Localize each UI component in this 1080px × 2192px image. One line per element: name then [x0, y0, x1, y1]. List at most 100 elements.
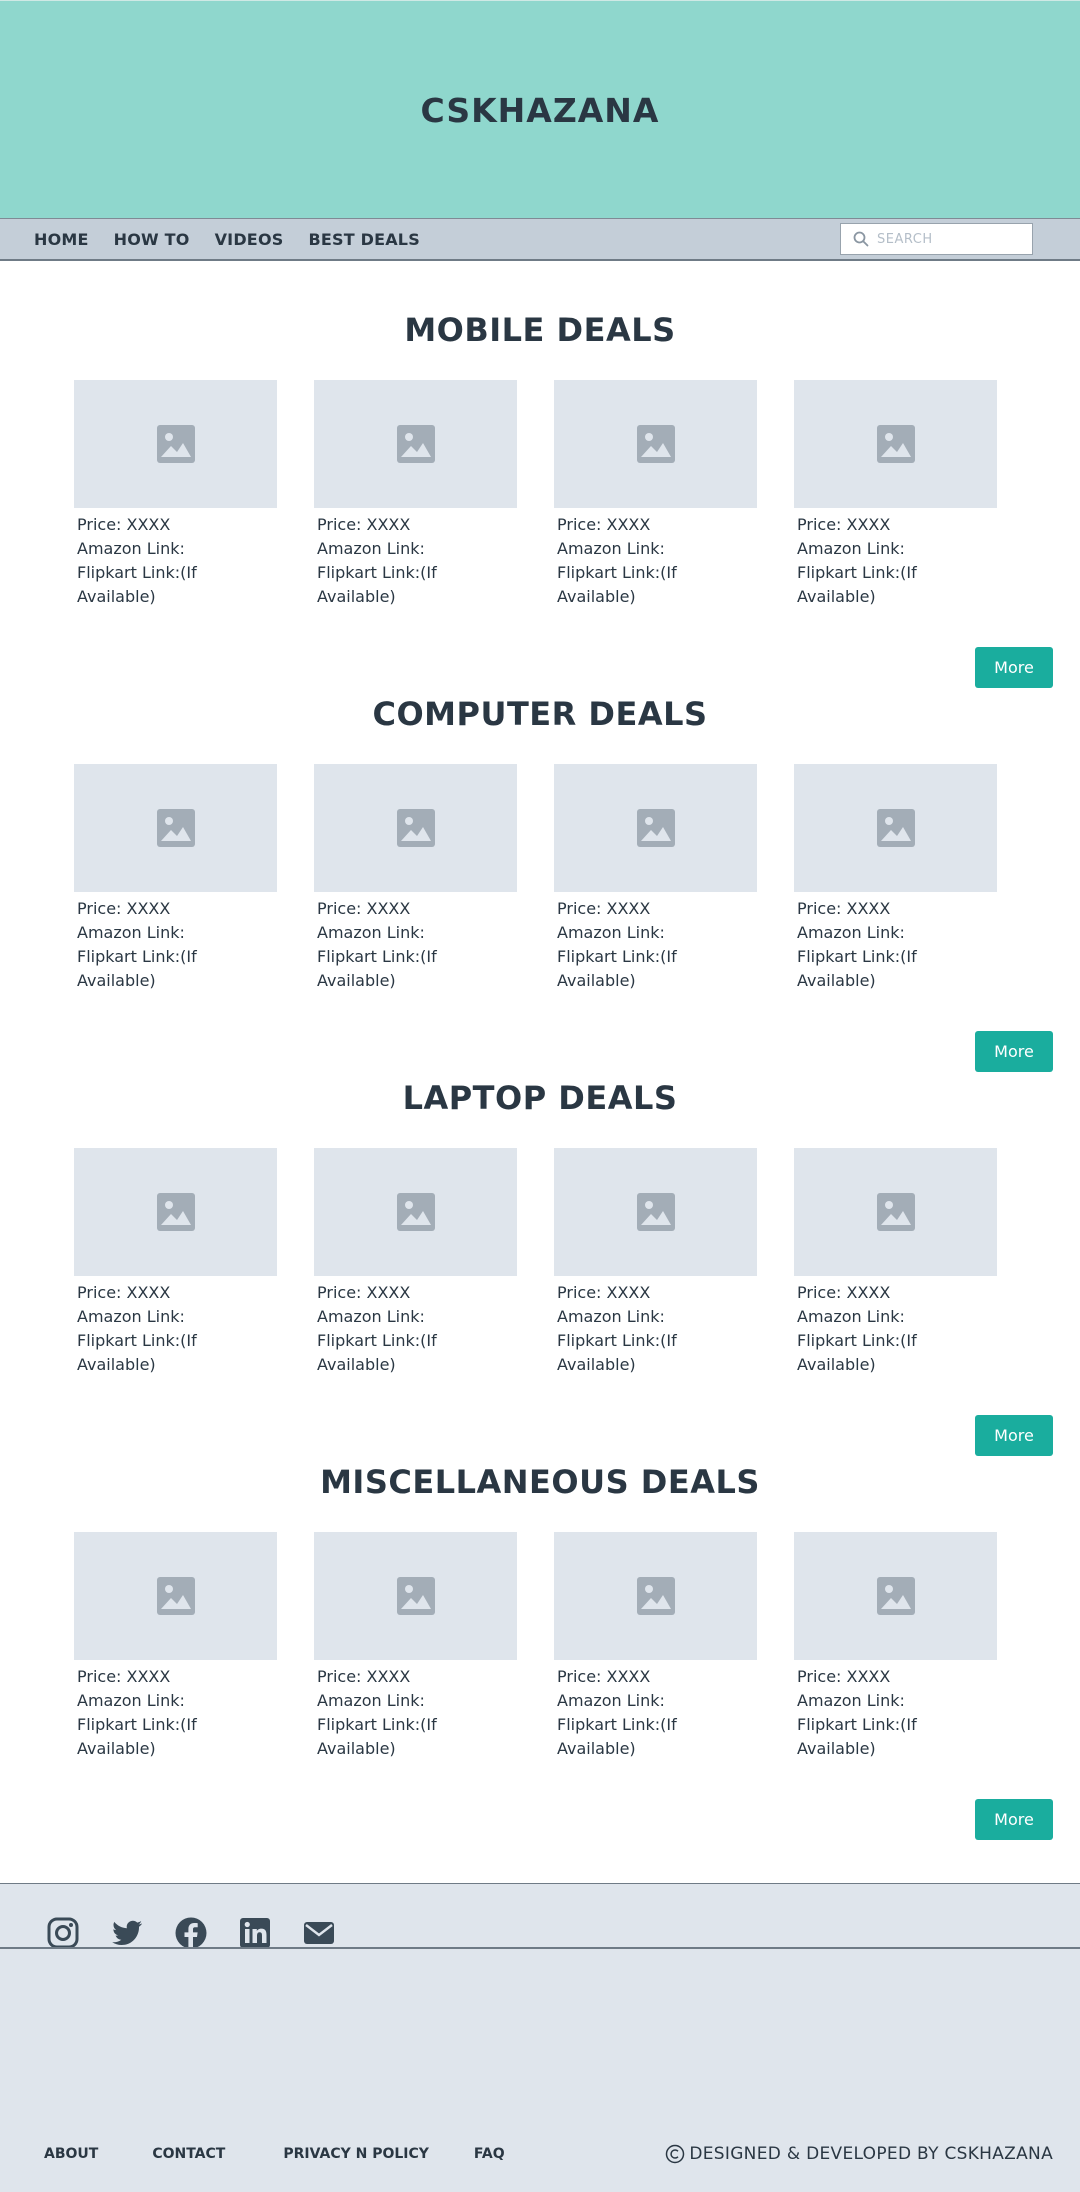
deal-price: Price: XXXX: [797, 1667, 891, 1686]
image-placeholder-icon: [396, 425, 435, 463]
deal-card[interactable]: Price: XXXX Amazon Link: Flipkart Link:(If…: [74, 1148, 277, 1377]
deal-amazon-link[interactable]: Amazon Link:: [317, 1305, 517, 1329]
deal-amazon-link[interactable]: Amazon Link:: [557, 921, 757, 945]
deal-flipkart-link[interactable]: Flipkart Link:(If Available): [797, 1329, 997, 1377]
deal-amazon-link[interactable]: Amazon Link:: [77, 1689, 277, 1713]
nav-item-videos[interactable]: VIDEOS: [215, 230, 284, 249]
product-image[interactable]: [554, 380, 757, 508]
deal-card[interactable]: Price: XXXX Amazon Link: Flipkart Link:(If…: [554, 1148, 757, 1377]
deal-flipkart-link[interactable]: Flipkart Link:(If Available): [557, 1713, 757, 1761]
product-image[interactable]: [554, 764, 757, 892]
more-button-laptop-deals[interactable]: More: [975, 1415, 1053, 1456]
product-image[interactable]: [554, 1148, 757, 1276]
deal-card[interactable]: Price: XXXX Amazon Link: Flipkart Link:(If…: [794, 380, 997, 609]
deal-card[interactable]: Price: XXXX Amazon Link: Flipkart Link:(If…: [74, 1532, 277, 1761]
nav-item-how-to[interactable]: HOW TO: [114, 230, 190, 249]
product-image[interactable]: [314, 1532, 517, 1660]
deal-amazon-link[interactable]: Amazon Link:: [77, 537, 277, 561]
product-image[interactable]: [74, 380, 277, 508]
deal-info: Price: XXXX Amazon Link: Flipkart Link:(If…: [794, 513, 997, 609]
deal-card[interactable]: Price: XXXX Amazon Link: Flipkart Link:(If…: [554, 380, 757, 609]
twitter-icon[interactable]: [110, 1916, 144, 1950]
product-image[interactable]: [74, 764, 277, 892]
product-image[interactable]: [74, 1148, 277, 1276]
social-links: [46, 1916, 366, 1950]
linkedin-icon[interactable]: [238, 1916, 272, 1950]
deal-card[interactable]: Price: XXXX Amazon Link: Flipkart Link:(If…: [794, 764, 997, 993]
more-button-computer-deals[interactable]: More: [975, 1031, 1053, 1072]
nav-item-best-deals[interactable]: BEST DEALS: [308, 230, 419, 249]
deal-amazon-link[interactable]: Amazon Link:: [797, 1305, 997, 1329]
deal-amazon-link[interactable]: Amazon Link:: [317, 1689, 517, 1713]
deal-card[interactable]: Price: XXXX Amazon Link: Flipkart Link:(If…: [314, 764, 517, 993]
deal-info: Price: XXXX Amazon Link: Flipkart Link:(If…: [74, 897, 277, 993]
deal-info: Price: XXXX Amazon Link: Flipkart Link:(If…: [314, 513, 517, 609]
product-image[interactable]: [794, 764, 997, 892]
deal-flipkart-link[interactable]: Flipkart Link:(If Available): [797, 1713, 997, 1761]
deal-price: Price: XXXX: [557, 899, 651, 918]
product-image[interactable]: [314, 764, 517, 892]
instagram-icon[interactable]: [46, 1916, 80, 1950]
copyright-icon: [666, 2144, 685, 2164]
product-image[interactable]: [794, 1148, 997, 1276]
search-input[interactable]: [877, 231, 1027, 247]
deal-amazon-link[interactable]: Amazon Link:: [77, 921, 277, 945]
copyright-text: DESIGNED & DEVELOPED BY CSKHAZANA: [689, 2144, 1053, 2164]
deal-flipkart-link[interactable]: Flipkart Link:(If Available): [557, 1329, 757, 1377]
deal-amazon-link[interactable]: Amazon Link:: [77, 1305, 277, 1329]
deal-card[interactable]: Price: XXXX Amazon Link: Flipkart Link:(If…: [74, 380, 277, 609]
deal-amazon-link[interactable]: Amazon Link:: [797, 537, 997, 561]
deal-flipkart-link[interactable]: Flipkart Link:(If Available): [557, 945, 757, 993]
deal-amazon-link[interactable]: Amazon Link:: [797, 921, 997, 945]
deal-amazon-link[interactable]: Amazon Link:: [797, 1689, 997, 1713]
product-image[interactable]: [314, 380, 517, 508]
deal-card[interactable]: Price: XXXX Amazon Link: Flipkart Link:(If…: [314, 1148, 517, 1377]
deal-card[interactable]: Price: XXXX Amazon Link: Flipkart Link:(If…: [314, 1532, 517, 1761]
deal-amazon-link[interactable]: Amazon Link:: [557, 1689, 757, 1713]
image-placeholder-icon: [876, 1193, 915, 1231]
deal-amazon-link[interactable]: Amazon Link:: [557, 537, 757, 561]
footer-links: ABOUT CONTACT PRIVACY N POLICY FAQ: [44, 2146, 505, 2162]
deal-card[interactable]: Price: XXXX Amazon Link: Flipkart Link:(If…: [554, 1532, 757, 1761]
deal-amazon-link[interactable]: Amazon Link:: [557, 1305, 757, 1329]
image-placeholder-icon: [636, 809, 675, 847]
footer-link-contact[interactable]: CONTACT: [152, 2146, 225, 2162]
deal-flipkart-link[interactable]: Flipkart Link:(If Available): [77, 1713, 277, 1761]
deal-flipkart-link[interactable]: Flipkart Link:(If Available): [797, 945, 997, 993]
email-icon[interactable]: [302, 1916, 336, 1950]
search-box[interactable]: [840, 223, 1033, 255]
deal-flipkart-link[interactable]: Flipkart Link:(If Available): [77, 1329, 277, 1377]
deal-card[interactable]: Price: XXXX Amazon Link: Flipkart Link:(If…: [314, 380, 517, 609]
product-image[interactable]: [794, 1532, 997, 1660]
nav-item-home[interactable]: HOME: [34, 230, 89, 249]
footer-link-about[interactable]: ABOUT: [44, 2146, 98, 2162]
deal-flipkart-link[interactable]: Flipkart Link:(If Available): [77, 945, 277, 993]
navbar: HOME HOW TO VIDEOS BEST DEALS: [0, 218, 1080, 261]
deal-card[interactable]: Price: XXXX Amazon Link: Flipkart Link:(If…: [794, 1532, 997, 1761]
deal-flipkart-link[interactable]: Flipkart Link:(If Available): [317, 945, 517, 993]
more-button-mobile-deals[interactable]: More: [975, 647, 1053, 688]
footer-link-privacy[interactable]: PRIVACY N POLICY: [283, 2146, 429, 2162]
product-image[interactable]: [314, 1148, 517, 1276]
deal-card[interactable]: Price: XXXX Amazon Link: Flipkart Link:(If…: [794, 1148, 997, 1377]
product-image[interactable]: [74, 1532, 277, 1660]
deal-flipkart-link[interactable]: Flipkart Link:(If Available): [557, 561, 757, 609]
deal-card[interactable]: Price: XXXX Amazon Link: Flipkart Link:(If…: [74, 764, 277, 993]
deal-card[interactable]: Price: XXXX Amazon Link: Flipkart Link:(If…: [554, 764, 757, 993]
product-image[interactable]: [794, 380, 997, 508]
more-button-miscellaneous-deals[interactable]: More: [975, 1799, 1053, 1840]
product-image[interactable]: [554, 1532, 757, 1660]
deal-amazon-link[interactable]: Amazon Link:: [317, 921, 517, 945]
deal-price: Price: XXXX: [797, 899, 891, 918]
deal-flipkart-link[interactable]: Flipkart Link:(If Available): [317, 1713, 517, 1761]
image-placeholder-icon: [156, 809, 195, 847]
deal-flipkart-link[interactable]: Flipkart Link:(If Available): [797, 561, 997, 609]
deal-flipkart-link[interactable]: Flipkart Link:(If Available): [317, 1329, 517, 1377]
deal-flipkart-link[interactable]: Flipkart Link:(If Available): [317, 561, 517, 609]
deal-info: Price: XXXX Amazon Link: Flipkart Link:(If…: [74, 1281, 277, 1377]
footer-link-faq[interactable]: FAQ: [474, 2146, 505, 2162]
deal-amazon-link[interactable]: Amazon Link:: [317, 537, 517, 561]
deal-flipkart-link[interactable]: Flipkart Link:(If Available): [77, 561, 277, 609]
facebook-icon[interactable]: [174, 1916, 208, 1950]
section-title-miscellaneous-deals: MISCELLANEOUS DEALS: [320, 1463, 760, 1501]
